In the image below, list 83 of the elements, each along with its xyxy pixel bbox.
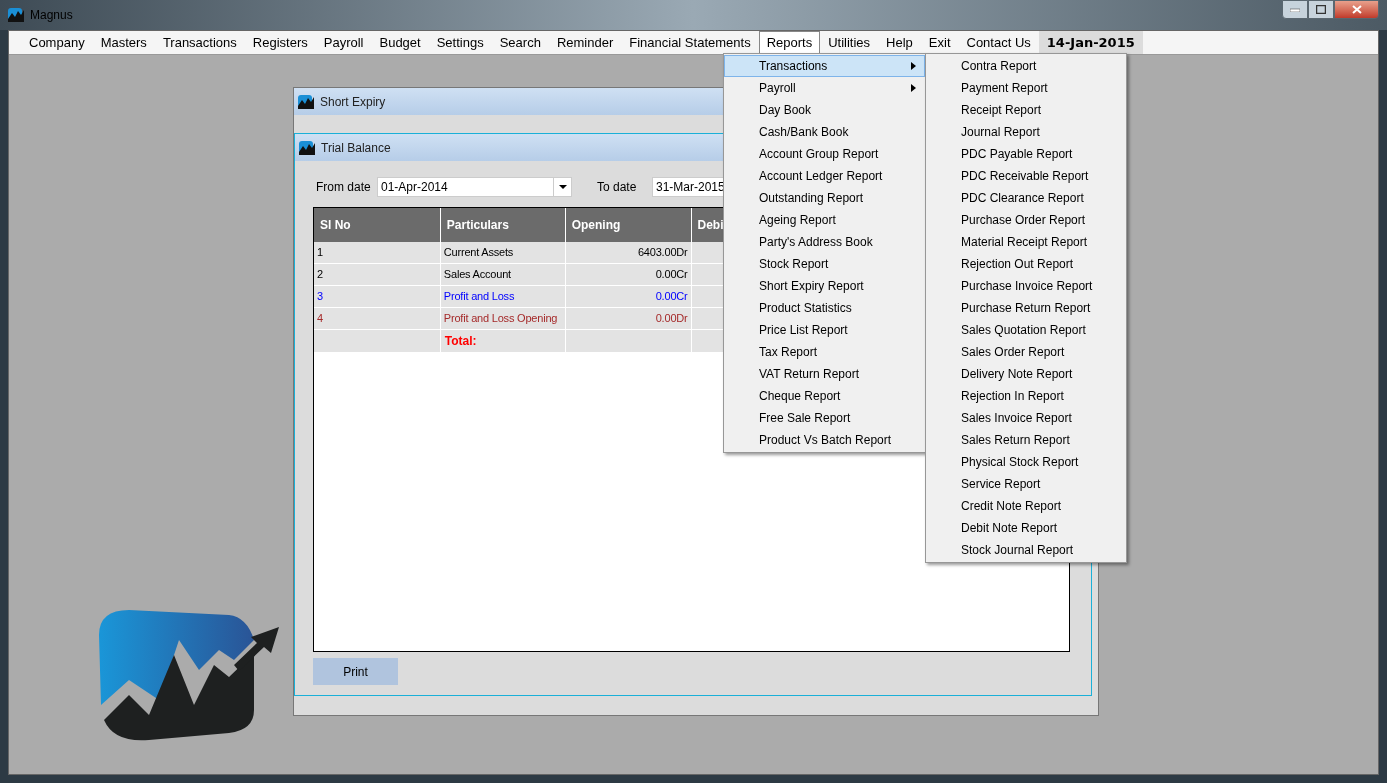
menu-item[interactable]: Settings (428, 31, 492, 54)
menu-option[interactable]: PDC Clearance Report (926, 187, 1126, 209)
menu-option[interactable]: Sales Quotation Report (926, 319, 1126, 341)
menu-option[interactable]: Sales Order Report (926, 341, 1126, 363)
menu-option[interactable]: Payroll (724, 77, 925, 99)
menu-option[interactable]: Receipt Report (926, 99, 1126, 121)
menu-item[interactable]: Contact Us (958, 31, 1039, 54)
menu-item[interactable]: Registers (244, 31, 316, 54)
menu-option[interactable]: Debit Note Report (926, 517, 1126, 539)
table-cell-text: 0.00Dr (655, 311, 688, 327)
menu-option[interactable]: Account Ledger Report (724, 165, 925, 187)
menu-option[interactable]: Credit Note Report (926, 495, 1126, 517)
close-button[interactable] (1334, 0, 1379, 19)
menu-option[interactable]: PDC Payable Report (926, 143, 1126, 165)
menu-option[interactable]: Contra Report (926, 55, 1126, 77)
menu-option[interactable]: Sales Return Report (926, 429, 1126, 451)
table-cell-text: 2 (317, 267, 323, 283)
menu-option[interactable]: VAT Return Report (724, 363, 925, 385)
table-cell-text: 3 (317, 289, 323, 305)
from-date-label: From date (316, 179, 372, 196)
menu-item[interactable]: Financial Statements (621, 31, 759, 54)
table-cell-text: Current Assets (443, 245, 514, 261)
menu-option[interactable]: Stock Report (724, 253, 925, 275)
from-date-picker[interactable]: 01-Apr-2014 (377, 177, 572, 197)
menu-option[interactable]: Payment Report (926, 77, 1126, 99)
menu-option[interactable]: Service Report (926, 473, 1126, 495)
window-title: Trial Balance (321, 139, 391, 157)
menu-option[interactable]: Rejection Out Report (926, 253, 1126, 275)
menu-item[interactable]: Exit (920, 31, 959, 54)
table-cell-text: 6403.00Dr (637, 245, 688, 261)
close-icon (1351, 5, 1362, 14)
print-button[interactable]: Print (313, 658, 398, 685)
minimize-button[interactable] (1282, 0, 1308, 19)
table-cell-text: 1 (317, 245, 323, 261)
table-cell-text: Profit and Loss Opening (443, 311, 558, 327)
menu-option[interactable]: Sales Invoice Report (926, 407, 1126, 429)
menu-option[interactable]: Journal Report (926, 121, 1126, 143)
maximize-button[interactable] (1308, 0, 1334, 19)
menu-item[interactable]: Masters (92, 31, 155, 54)
table-cell-text: 0.00Cr (655, 267, 688, 283)
app-logo-icon (299, 139, 315, 156)
menu-option[interactable]: Rejection In Report (926, 385, 1126, 407)
table-cell-text: 4 (317, 311, 323, 327)
menu-item[interactable]: Budget (371, 31, 429, 54)
menu-option[interactable]: Tax Report (724, 341, 925, 363)
menu-option[interactable]: Product Vs Batch Report (724, 429, 925, 451)
window-title: Magnus (30, 7, 73, 24)
menu-option[interactable]: Outstanding Report (724, 187, 925, 209)
menu-option[interactable]: Delivery Note Report (926, 363, 1126, 385)
menu-option[interactable]: Transactions (724, 55, 925, 77)
menu-option[interactable]: Price List Report (724, 319, 925, 341)
menu-option[interactable]: Stock Journal Report (926, 539, 1126, 561)
menu-option[interactable]: Short Expiry Report (724, 275, 925, 297)
menu-item[interactable]: Search (491, 31, 549, 54)
menu-option[interactable]: Physical Stock Report (926, 451, 1126, 473)
menu-option[interactable]: Cash/Bank Book (724, 121, 925, 143)
menu-option[interactable]: Cheque Report (724, 385, 925, 407)
table-cell-text: Profit and Loss (443, 289, 515, 305)
menu-option[interactable]: Account Group Report (724, 143, 925, 165)
window-title: Short Expiry (320, 93, 386, 111)
maximize-icon (1316, 5, 1326, 14)
menu-item[interactable]: Reminder (548, 31, 622, 54)
menu-option[interactable]: Free Sale Report (724, 407, 925, 429)
menu-item[interactable]: Transactions (154, 31, 245, 54)
menu-item[interactable]: Company (21, 31, 93, 54)
menu-item[interactable]: Help (878, 31, 921, 54)
minimize-icon (1290, 7, 1300, 12)
menu-option[interactable]: Day Book (724, 99, 925, 121)
menu-option[interactable]: Purchase Invoice Report (926, 275, 1126, 297)
menu-option[interactable]: Purchase Return Report (926, 297, 1126, 319)
menu-item[interactable]: Utilities (820, 31, 879, 54)
date-label: 14-Jan-2015 (1038, 31, 1143, 54)
table-cell-text: 0.00Cr (655, 289, 688, 305)
menu-item[interactable]: Payroll (315, 31, 372, 54)
menu-option[interactable]: Ageing Report (724, 209, 925, 231)
to-date-label: To date (597, 179, 638, 196)
menu-item[interactable]: Reports (758, 31, 821, 54)
total-label: Total: (440, 330, 566, 352)
table-cell-text: Sales Account (443, 267, 511, 283)
menu-option[interactable]: Product Statistics (724, 297, 925, 319)
menu-option[interactable]: PDC Receivable Report (926, 165, 1126, 187)
app-logo-icon (298, 93, 314, 110)
app-logo-icon (8, 7, 24, 23)
